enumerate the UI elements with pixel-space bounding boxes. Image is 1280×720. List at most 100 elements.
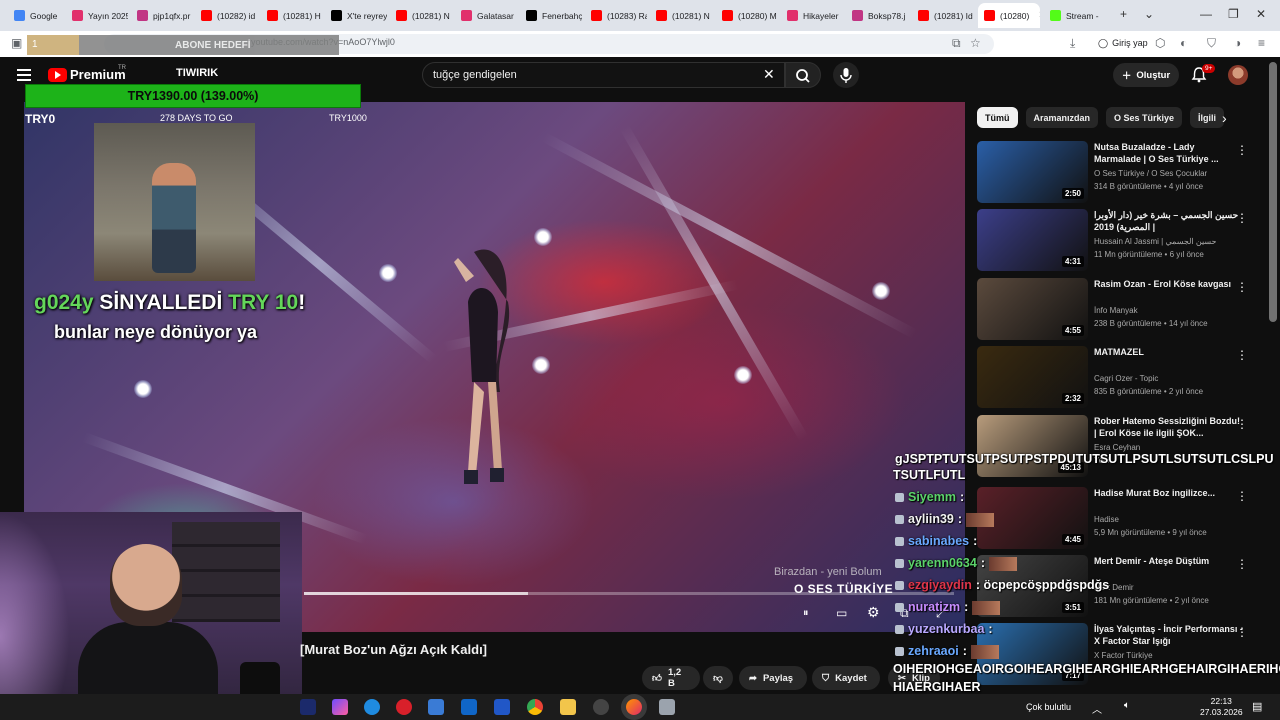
recommendation-item[interactable]: 2:32 MATMAZEL Cagri Ozer - Topic 835 B görü…: [977, 346, 1267, 408]
more-options-icon[interactable]: ⋮: [1236, 143, 1248, 157]
store-icon[interactable]: [428, 699, 444, 715]
premiere-icon[interactable]: [300, 699, 316, 715]
minimize-window-button[interactable]: —: [1200, 7, 1212, 21]
browser-tab[interactable]: Stream -: [1044, 3, 1106, 28]
video-title[interactable]: Mert Demir - Ateşe Düştüm: [1094, 555, 1244, 567]
extension-icon[interactable]: ◐: [1180, 36, 1187, 50]
channel-name[interactable]: Hussain Al Jassmi | حسين الجسمي: [1094, 237, 1217, 246]
recommendation-item[interactable]: 4:31 حسين الجسمي – بشرة خير (دار الأوبرا …: [977, 209, 1267, 271]
filter-chip[interactable]: Tümü: [977, 107, 1018, 128]
browser-tab[interactable]: Fenerbahç: [520, 3, 582, 28]
close-tab-icon[interactable]: ✕: [1038, 10, 1040, 21]
video-thumbnail[interactable]: 45:13: [977, 415, 1088, 477]
video-thumbnail[interactable]: 2:50: [977, 141, 1088, 203]
video-title[interactable]: Rasim Ozan - Erol Köse kavgası: [1094, 278, 1244, 290]
settings-gear-icon[interactable]: ⚙: [867, 604, 880, 621]
chat-username[interactable]: sabinabes: [908, 534, 969, 548]
page-scrollbar[interactable]: [1269, 62, 1277, 322]
like-button[interactable]: 👍︎ 1,2 B: [642, 666, 700, 690]
voice-search-button[interactable]: [833, 62, 859, 88]
channel-name[interactable]: Hadise: [1094, 515, 1119, 524]
extensions-icon[interactable]: ⬡: [1155, 36, 1165, 50]
bookmark-star-icon[interactable]: ☆: [970, 36, 981, 50]
recommendation-item[interactable]: 45:13 Rober Hatemo Sessizliğini Bozdu! | …: [977, 415, 1267, 477]
browser-tab[interactable]: (10282) id: [195, 3, 257, 28]
video-title[interactable]: MATMAZEL: [1094, 346, 1244, 358]
more-options-icon[interactable]: ⋮: [1236, 280, 1248, 294]
tray-chevron-icon[interactable]: ︿: [1092, 701, 1102, 716]
hamburger-menu-icon[interactable]: [17, 69, 31, 81]
sidebar-toggle-icon[interactable]: ▣: [11, 36, 22, 50]
filter-chip[interactable]: Aramanızdan: [1025, 107, 1099, 128]
chat-username[interactable]: ezgiyaydin: [908, 578, 972, 592]
filter-chip[interactable]: İlgili: [1190, 107, 1225, 128]
browser-tab[interactable]: (10280) ✕: [978, 3, 1040, 28]
file-explorer-icon[interactable]: [560, 699, 576, 715]
chat-username[interactable]: ayliin39: [908, 512, 954, 526]
browser-tab[interactable]: (10281) N: [650, 3, 712, 28]
more-options-icon[interactable]: ⋮: [1236, 557, 1248, 571]
browser-tab[interactable]: (10283) Ra: [585, 3, 647, 28]
close-window-button[interactable]: ✕: [1256, 7, 1266, 21]
browser-tab[interactable]: Galatasar: [455, 3, 517, 28]
weather-status[interactable]: Çok bulutlu: [1026, 702, 1071, 712]
save-button[interactable]: ⛉ Kaydet: [812, 666, 880, 690]
video-thumbnail[interactable]: 2:32: [977, 346, 1088, 408]
chat-username[interactable]: yuzenkurbaa: [908, 622, 984, 636]
channel-name[interactable]: X Factor Türkiye: [1094, 651, 1153, 660]
user-avatar[interactable]: [1228, 65, 1248, 85]
speaker-icon[interactable]: 🔈︎: [1124, 700, 1130, 711]
video-title[interactable]: Rober Hatemo Sessizliğini Bozdu! | Erol …: [1094, 415, 1244, 439]
share-button[interactable]: ➦ Paylaş: [739, 666, 807, 690]
notification-center-icon[interactable]: ▤: [1252, 700, 1262, 713]
pause-icon[interactable]: ⏸: [803, 607, 809, 620]
new-tab-button[interactable]: +: [1120, 7, 1127, 21]
recommendation-item[interactable]: 4:55 Rasim Ozan - Erol Köse kavgası İnfo M…: [977, 278, 1267, 340]
browser-tab[interactable]: (10281) H: [261, 3, 323, 28]
browser-tab[interactable]: Boksp78.j: [846, 3, 908, 28]
chat-username[interactable]: zehraaoi: [908, 644, 959, 658]
channel-name[interactable]: Esra Ceyhan: [1094, 443, 1140, 452]
channel-name[interactable]: O Ses Türkiye / O Ses Çocuklar: [1094, 169, 1207, 178]
firefox-icon[interactable]: [626, 699, 642, 715]
channel-name[interactable]: Cagri Ozer - Topic: [1094, 374, 1158, 383]
chat-username[interactable]: nuratizm: [908, 600, 960, 614]
app-icon[interactable]: [659, 699, 675, 715]
video-thumbnail[interactable]: 4:31: [977, 209, 1088, 271]
dislike-button[interactable]: 👎︎: [703, 666, 733, 690]
mail-icon[interactable]: [461, 699, 477, 715]
browser-tab[interactable]: (10281) N: [390, 3, 452, 28]
tab-list-chevron-icon[interactable]: ⌄: [1144, 7, 1154, 21]
youtube-logo-icon[interactable]: [48, 68, 67, 82]
more-options-icon[interactable]: ⋮: [1236, 211, 1248, 225]
edge-icon[interactable]: [364, 699, 380, 715]
more-options-icon[interactable]: ⋮: [1236, 625, 1248, 639]
system-clock[interactable]: 22:13 27.03.2026: [1200, 696, 1243, 718]
browser-tab[interactable]: (10281) Id: [912, 3, 974, 28]
video-title[interactable]: حسين الجسمي – بشرة خير (دار الأوبرا المص…: [1094, 209, 1244, 233]
video-title[interactable]: Hadise Murat Boz ingilizce...: [1094, 487, 1244, 499]
more-options-icon[interactable]: ⋮: [1236, 489, 1248, 503]
chevron-right-icon[interactable]: ›: [1222, 110, 1227, 126]
browser-tab[interactable]: Hikayeler: [781, 3, 843, 28]
search-query-text[interactable]: tuğçe gendigelen: [433, 69, 517, 81]
subtitles-icon[interactable]: ▭: [836, 606, 847, 620]
video-title[interactable]: Nutsa Buzaladze - Lady Marmalade | O Ses…: [1094, 141, 1244, 165]
channel-name[interactable]: İnfo Manyak: [1094, 306, 1138, 315]
browser-tab[interactable]: (10280) M: [716, 3, 778, 28]
obs-icon[interactable]: [593, 699, 609, 715]
profile-icon[interactable]: ◑: [1234, 36, 1241, 50]
recommendation-item[interactable]: 2:50 Nutsa Buzaladze - Lady Marmalade | O…: [977, 141, 1267, 203]
downloads-icon[interactable]: ⤓: [1070, 36, 1075, 51]
browser-menu-icon[interactable]: ≡: [1258, 36, 1265, 50]
browser-tab[interactable]: X'te reyrey: [325, 3, 387, 28]
create-button[interactable]: ＋ Oluştur: [1113, 63, 1179, 87]
filter-chip[interactable]: O Ses Türkiye: [1106, 107, 1183, 128]
recommendation-item[interactable]: 4:45 Hadise Murat Boz ingilizce... Hadise 5…: [977, 487, 1267, 549]
browser-tab[interactable]: Google: [8, 3, 70, 28]
app-icon[interactable]: [494, 699, 510, 715]
install-app-icon[interactable]: ⧉: [952, 36, 961, 51]
browser-tab[interactable]: Yayın 2025: [66, 3, 128, 28]
signin-button[interactable]: ◯ Giriş yap: [1092, 34, 1154, 52]
clear-search-icon[interactable]: ✕: [763, 66, 775, 83]
